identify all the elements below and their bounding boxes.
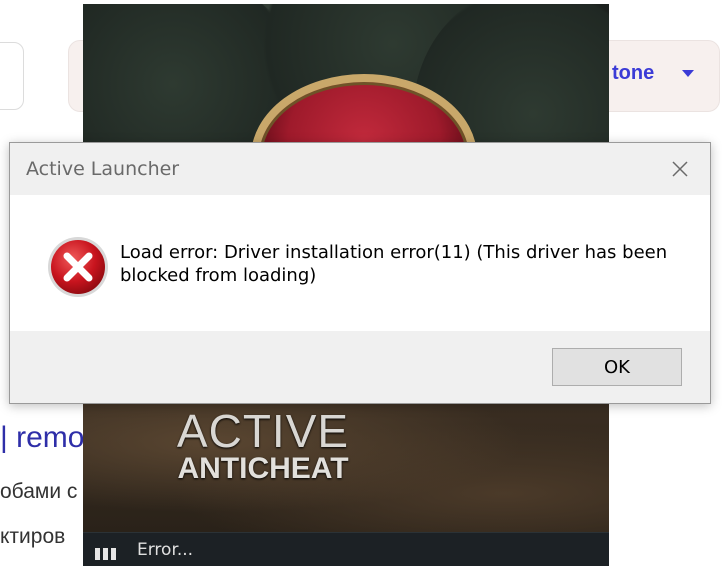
dialog-title: Active Launcher xyxy=(26,158,180,180)
chevron-down-icon xyxy=(682,70,694,77)
dialog-titlebar[interactable]: Active Launcher xyxy=(10,143,710,195)
dialog-footer: OK xyxy=(10,331,710,403)
brand-subtitle: ANTICHEAT xyxy=(177,452,349,485)
loading-bars-icon xyxy=(95,545,119,560)
dialog-content: Load error: Driver installation error(11… xyxy=(10,195,710,331)
background-panel xyxy=(0,42,24,110)
error-icon xyxy=(48,237,108,297)
background-text-line: ктиров xyxy=(0,525,66,548)
error-dialog: Active Launcher Load error: Driver insta… xyxy=(9,142,711,404)
close-button[interactable] xyxy=(660,151,700,187)
close-icon xyxy=(672,161,688,177)
status-bar: Error... xyxy=(83,532,609,566)
status-text: Error... xyxy=(137,540,194,560)
background-dropdown-label: tone xyxy=(612,62,655,84)
error-message: Load error: Driver installation error(11… xyxy=(120,242,668,286)
ok-button[interactable]: OK xyxy=(552,348,682,386)
brand-title: ACTIVE xyxy=(176,405,350,457)
